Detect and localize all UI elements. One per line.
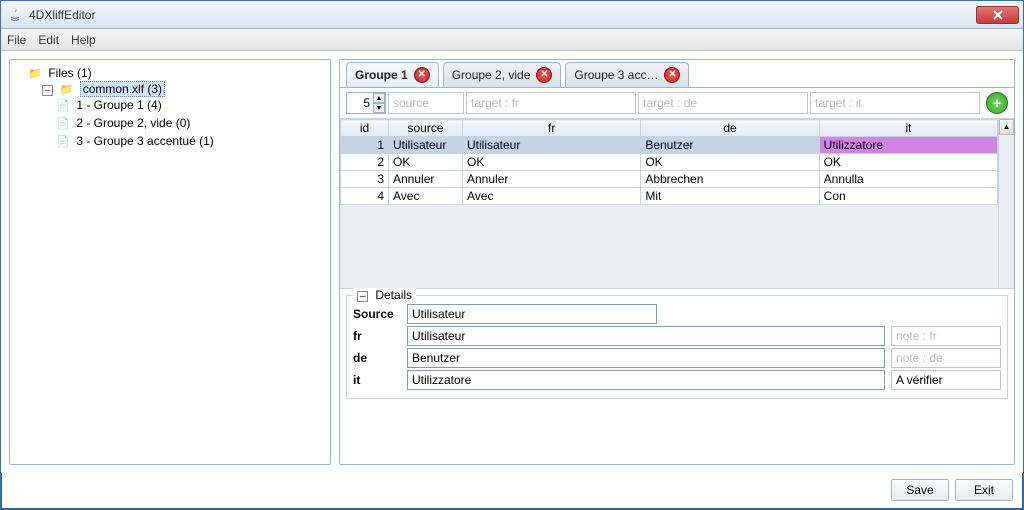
- cell-it[interactable]: Annulla: [819, 171, 997, 188]
- filter-fr-input[interactable]: [466, 92, 636, 114]
- tree-root[interactable]: Files (1) – common.xlf (3) 1 - Groupe 1 …: [28, 64, 326, 154]
- table-row[interactable]: 2 OK OK OK OK: [341, 154, 998, 171]
- cell-it[interactable]: Con: [819, 188, 997, 205]
- cell-id: 2: [341, 154, 389, 171]
- exit-button[interactable]: Exit: [955, 479, 1013, 501]
- col-de[interactable]: de: [641, 120, 819, 137]
- cell-fr[interactable]: OK: [463, 154, 641, 171]
- cell-de[interactable]: Benutzer: [641, 137, 819, 154]
- cell-source[interactable]: Annuler: [389, 171, 463, 188]
- client-area: Files (1) – common.xlf (3) 1 - Groupe 1 …: [1, 51, 1023, 473]
- details-label-source: Source: [353, 307, 401, 321]
- footer-bar: Save Exit: [1, 473, 1023, 509]
- cell-it[interactable]: OK: [819, 154, 997, 171]
- details-label-fr: fr: [353, 329, 401, 343]
- add-row-button[interactable]: +: [986, 92, 1008, 114]
- tree-group-node[interactable]: 3 - Groupe 3 accentué (1): [56, 132, 326, 150]
- cell-id: 3: [341, 171, 389, 188]
- tab-groupe-2[interactable]: Groupe 2, vide ✕: [443, 62, 562, 87]
- cell-fr[interactable]: Avec: [463, 188, 641, 205]
- file-icon: [56, 98, 70, 112]
- titlebar: 4DXliffEditor: [1, 1, 1023, 29]
- spinner-down-icon[interactable]: ▼: [373, 103, 385, 113]
- window-title: 4DXliffEditor: [29, 8, 95, 22]
- details-label-it: it: [353, 373, 401, 387]
- menu-file[interactable]: File: [7, 33, 26, 47]
- details-de-note[interactable]: [891, 348, 1001, 368]
- tab-bar: Groupe 1 ✕ Groupe 2, vide ✕ Groupe 3 acc…: [340, 60, 1014, 88]
- details-de-input[interactable]: [407, 348, 885, 368]
- grid-area: id source fr de it 1 Utilisateur Utilisa…: [340, 119, 1014, 289]
- cell-id: 4: [341, 188, 389, 205]
- tab-label: Groupe 2, vide: [452, 68, 531, 82]
- details-it-input[interactable]: [407, 370, 885, 390]
- folder-open-icon: [59, 82, 73, 96]
- cell-id: 1: [341, 137, 389, 154]
- folder-icon: [28, 66, 42, 80]
- cell-it[interactable]: Utilizzatore: [819, 137, 997, 154]
- translation-grid[interactable]: id source fr de it 1 Utilisateur Utilisa…: [340, 119, 998, 205]
- tab-close-icon[interactable]: ✕: [664, 67, 680, 83]
- tab-label: Groupe 3 acc…: [574, 68, 658, 82]
- tree-file-node[interactable]: – common.xlf (3) 1 - Groupe 1 (4): [42, 80, 326, 152]
- editor-pane: Groupe 1 ✕ Groupe 2, vide ✕ Groupe 3 acc…: [339, 59, 1015, 465]
- page-spinner[interactable]: ▲ ▼: [346, 92, 386, 114]
- tab-close-icon[interactable]: ✕: [414, 67, 430, 83]
- table-row[interactable]: 1 Utilisateur Utilisateur Benutzer Utili…: [341, 137, 998, 154]
- cell-fr[interactable]: Annuler: [463, 171, 641, 188]
- tree-group-label: 2 - Groupe 2, vide (0): [76, 116, 190, 130]
- col-id[interactable]: id: [341, 120, 389, 137]
- filter-source-input[interactable]: [388, 92, 464, 114]
- tree-root-label: Files (1): [48, 66, 91, 80]
- file-icon: [56, 134, 70, 148]
- col-it[interactable]: it: [819, 120, 997, 137]
- menubar: File Edit Help: [1, 29, 1023, 51]
- cell-de[interactable]: Mit: [641, 188, 819, 205]
- tab-groupe-1[interactable]: Groupe 1 ✕: [346, 62, 439, 87]
- details-title-label: Details: [375, 288, 412, 302]
- cell-de[interactable]: OK: [641, 154, 819, 171]
- details-collapse-icon[interactable]: –: [357, 291, 368, 302]
- tab-groupe-3[interactable]: Groupe 3 acc… ✕: [565, 62, 689, 87]
- tree-group-label: 3 - Groupe 3 accentué (1): [76, 134, 213, 148]
- tree-pane: Files (1) – common.xlf (3) 1 - Groupe 1 …: [9, 59, 331, 465]
- app-window: 4DXliffEditor File Edit Help Files (1) –: [0, 0, 1024, 510]
- details-fr-note[interactable]: [891, 326, 1001, 346]
- tree-file-label: common.xlf (3): [80, 81, 165, 97]
- filter-de-input[interactable]: [638, 92, 808, 114]
- menu-edit[interactable]: Edit: [38, 33, 59, 47]
- save-button[interactable]: Save: [891, 479, 949, 501]
- menu-help[interactable]: Help: [71, 33, 96, 47]
- tab-label: Groupe 1: [355, 68, 408, 82]
- filter-it-input[interactable]: [810, 92, 980, 114]
- cell-fr[interactable]: Utilisateur: [463, 137, 641, 154]
- tree-group-label: 1 - Groupe 1 (4): [76, 98, 161, 112]
- details-label-de: de: [353, 351, 401, 365]
- cell-source[interactable]: Avec: [389, 188, 463, 205]
- details-fr-input[interactable]: [407, 326, 885, 346]
- spinner-up-icon[interactable]: ▲: [373, 93, 385, 103]
- details-source-input[interactable]: [407, 304, 657, 324]
- filter-row: ▲ ▼ +: [340, 88, 1014, 119]
- window-close-button[interactable]: [976, 6, 1019, 24]
- java-icon: [7, 7, 23, 23]
- cell-source[interactable]: OK: [389, 154, 463, 171]
- col-fr[interactable]: fr: [463, 120, 641, 137]
- cell-source[interactable]: Utilisateur: [389, 137, 463, 154]
- details-panel: – Details Source fr de: [346, 295, 1008, 399]
- page-spinner-input[interactable]: [347, 94, 373, 112]
- details-it-note[interactable]: [891, 370, 1001, 390]
- tree-group-node[interactable]: 2 - Groupe 2, vide (0): [56, 114, 326, 132]
- grid-scrollbar[interactable]: ▲: [998, 119, 1014, 288]
- tab-close-icon[interactable]: ✕: [536, 67, 552, 83]
- file-icon: [56, 116, 70, 130]
- col-source[interactable]: source: [389, 120, 463, 137]
- table-row[interactable]: 3 Annuler Annuler Abbrechen Annulla: [341, 171, 998, 188]
- scroll-up-icon[interactable]: ▲: [999, 119, 1014, 135]
- tree-collapse-icon[interactable]: –: [42, 85, 53, 96]
- table-row[interactable]: 4 Avec Avec Mit Con: [341, 188, 998, 205]
- tree-group-node[interactable]: 1 - Groupe 1 (4): [56, 96, 326, 114]
- cell-de[interactable]: Abbrechen: [641, 171, 819, 188]
